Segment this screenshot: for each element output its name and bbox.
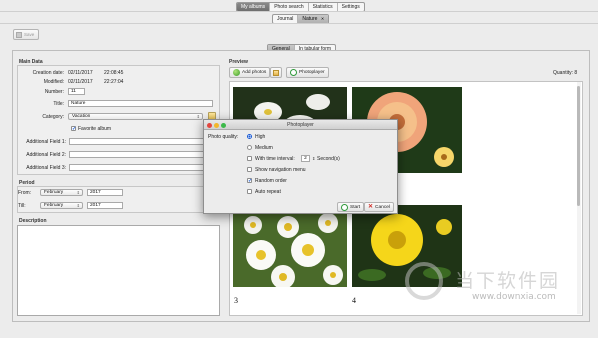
creation-time-value: 22:08:45 (104, 70, 124, 76)
title-label: Title: (53, 101, 64, 107)
divider (0, 11, 598, 12)
modified-time-value: 22:27:04 (104, 79, 124, 85)
modified-label: Modified: (43, 79, 64, 85)
title-field[interactable]: Nature (68, 100, 213, 107)
photo-number: 4 (352, 296, 356, 305)
album-tab-nature[interactable]: Nature ✕ (298, 15, 329, 23)
photoplayer-dialog: Photoplayer Photo quality: High Medium W… (203, 119, 398, 214)
watermark-logo (405, 262, 443, 300)
till-year-field[interactable]: 2017 (87, 202, 123, 209)
dialog-title: Photoplayer (287, 122, 314, 128)
play-icon (290, 69, 297, 76)
favorite-album-checkbox[interactable]: ✓ (71, 126, 76, 132)
tab-statistics[interactable]: Statistics (309, 3, 338, 11)
from-month-value: February (44, 190, 64, 195)
minimize-icon[interactable] (214, 123, 219, 128)
tab-settings[interactable]: Settings (338, 3, 364, 11)
favorite-album-label: Favorite album (78, 126, 112, 132)
save-button[interactable]: Save (13, 29, 39, 40)
tab-my-albums[interactable]: My albums (237, 3, 271, 11)
cancel-button[interactable]: ✕ Cancel (364, 202, 394, 212)
watermark-text: 当下软件园 (455, 270, 561, 292)
creation-date-label: Creation date: (32, 70, 64, 76)
stepper-icon[interactable]: ⇕ (312, 156, 315, 161)
close-icon[interactable]: ✕ (321, 16, 324, 21)
description-textarea[interactable] (17, 225, 220, 316)
number-label: Number: (44, 89, 64, 95)
random-order-label: Random order (255, 178, 287, 184)
show-navigation-checkbox[interactable] (247, 167, 252, 172)
cancel-x-icon: ✕ (368, 204, 374, 210)
save-button-label: Save (24, 32, 35, 37)
show-navigation-label: Show navigation menu (255, 167, 306, 173)
album-tab-nature-label: Nature (302, 16, 318, 22)
chevron-updown-icon: ⇕ (76, 203, 80, 208)
chevron-updown-icon: ⇕ (196, 114, 200, 119)
start-button-label: Start (350, 204, 361, 210)
watermark-url: www.downxia.com (472, 292, 556, 302)
open-folder-button[interactable] (270, 67, 282, 78)
close-icon[interactable] (207, 123, 212, 128)
chevron-updown-icon: ⇕ (76, 190, 80, 195)
folder-icon (273, 69, 279, 76)
modified-date-value: 02/11/2017 (68, 79, 93, 85)
from-year-field[interactable]: 2017 (87, 189, 123, 196)
play-icon (341, 203, 348, 211)
photo-quality-label: Photo quality: (208, 134, 239, 140)
quality-medium-label: Medium (255, 145, 273, 151)
till-label: Till: (18, 203, 26, 209)
add-icon (233, 69, 240, 76)
preview-scrollbar[interactable] (577, 82, 581, 314)
additional-field-2-label: Additional Field 2: (26, 152, 66, 158)
additional-field-3[interactable] (69, 164, 213, 171)
additional-field-2[interactable] (69, 151, 213, 158)
photo-thumbnail[interactable] (233, 205, 347, 287)
category-select-value: Vacation (72, 114, 91, 119)
category-select[interactable]: Vacation ⇕ (68, 113, 203, 120)
till-month-value: February (44, 203, 64, 208)
description-title: Description (19, 218, 47, 224)
time-interval-label: With time interval: (255, 156, 295, 162)
auto-repeat-checkbox[interactable] (247, 189, 252, 194)
add-photos-label: Add photos (242, 70, 267, 75)
till-month-select[interactable]: February ⇕ (40, 202, 83, 209)
daisies-photo (233, 205, 347, 287)
auto-repeat-label: Auto repeat (255, 189, 281, 195)
photoplayer-label: Photoplayer (299, 70, 325, 75)
photoplayer-button[interactable]: Photoplayer (286, 67, 329, 78)
from-label: From: (18, 190, 32, 196)
quality-medium-radio[interactable] (247, 145, 252, 150)
category-label: Category: (42, 114, 64, 120)
tab-photo-search[interactable]: Photo search (270, 3, 309, 11)
creation-date-value: 02/11/2017 (68, 70, 93, 76)
album-tab-journal[interactable]: Journal (273, 15, 299, 23)
interval-value-field[interactable]: 2 (301, 155, 310, 162)
scrollbar-thumb[interactable] (577, 86, 580, 206)
preview-title: Preview (229, 59, 248, 65)
dialog-titlebar: Photoplayer (204, 120, 397, 130)
additional-field-1-label: Additional Field 1: (26, 139, 66, 145)
quantity-label: Quantity: 8 (553, 70, 578, 76)
cancel-button-label: Cancel (375, 204, 390, 210)
photo-number: 3 (234, 296, 238, 305)
quality-high-radio[interactable] (247, 134, 252, 139)
additional-field-1[interactable] (69, 138, 213, 145)
start-button[interactable]: Start (337, 202, 365, 212)
zoom-icon[interactable] (221, 123, 226, 128)
from-month-select[interactable]: February ⇕ (40, 189, 83, 196)
disk-icon (16, 31, 22, 38)
divider (0, 23, 598, 24)
additional-field-3-label: Additional Field 3: (26, 165, 66, 171)
time-interval-checkbox[interactable] (247, 156, 252, 161)
number-field[interactable]: 11 (68, 88, 85, 95)
interval-unit-label: Second(s) (317, 156, 340, 162)
add-photos-button[interactable]: Add photos (229, 67, 271, 78)
quality-high-label: High (255, 134, 266, 140)
random-order-checkbox[interactable]: ✓ (247, 178, 252, 184)
